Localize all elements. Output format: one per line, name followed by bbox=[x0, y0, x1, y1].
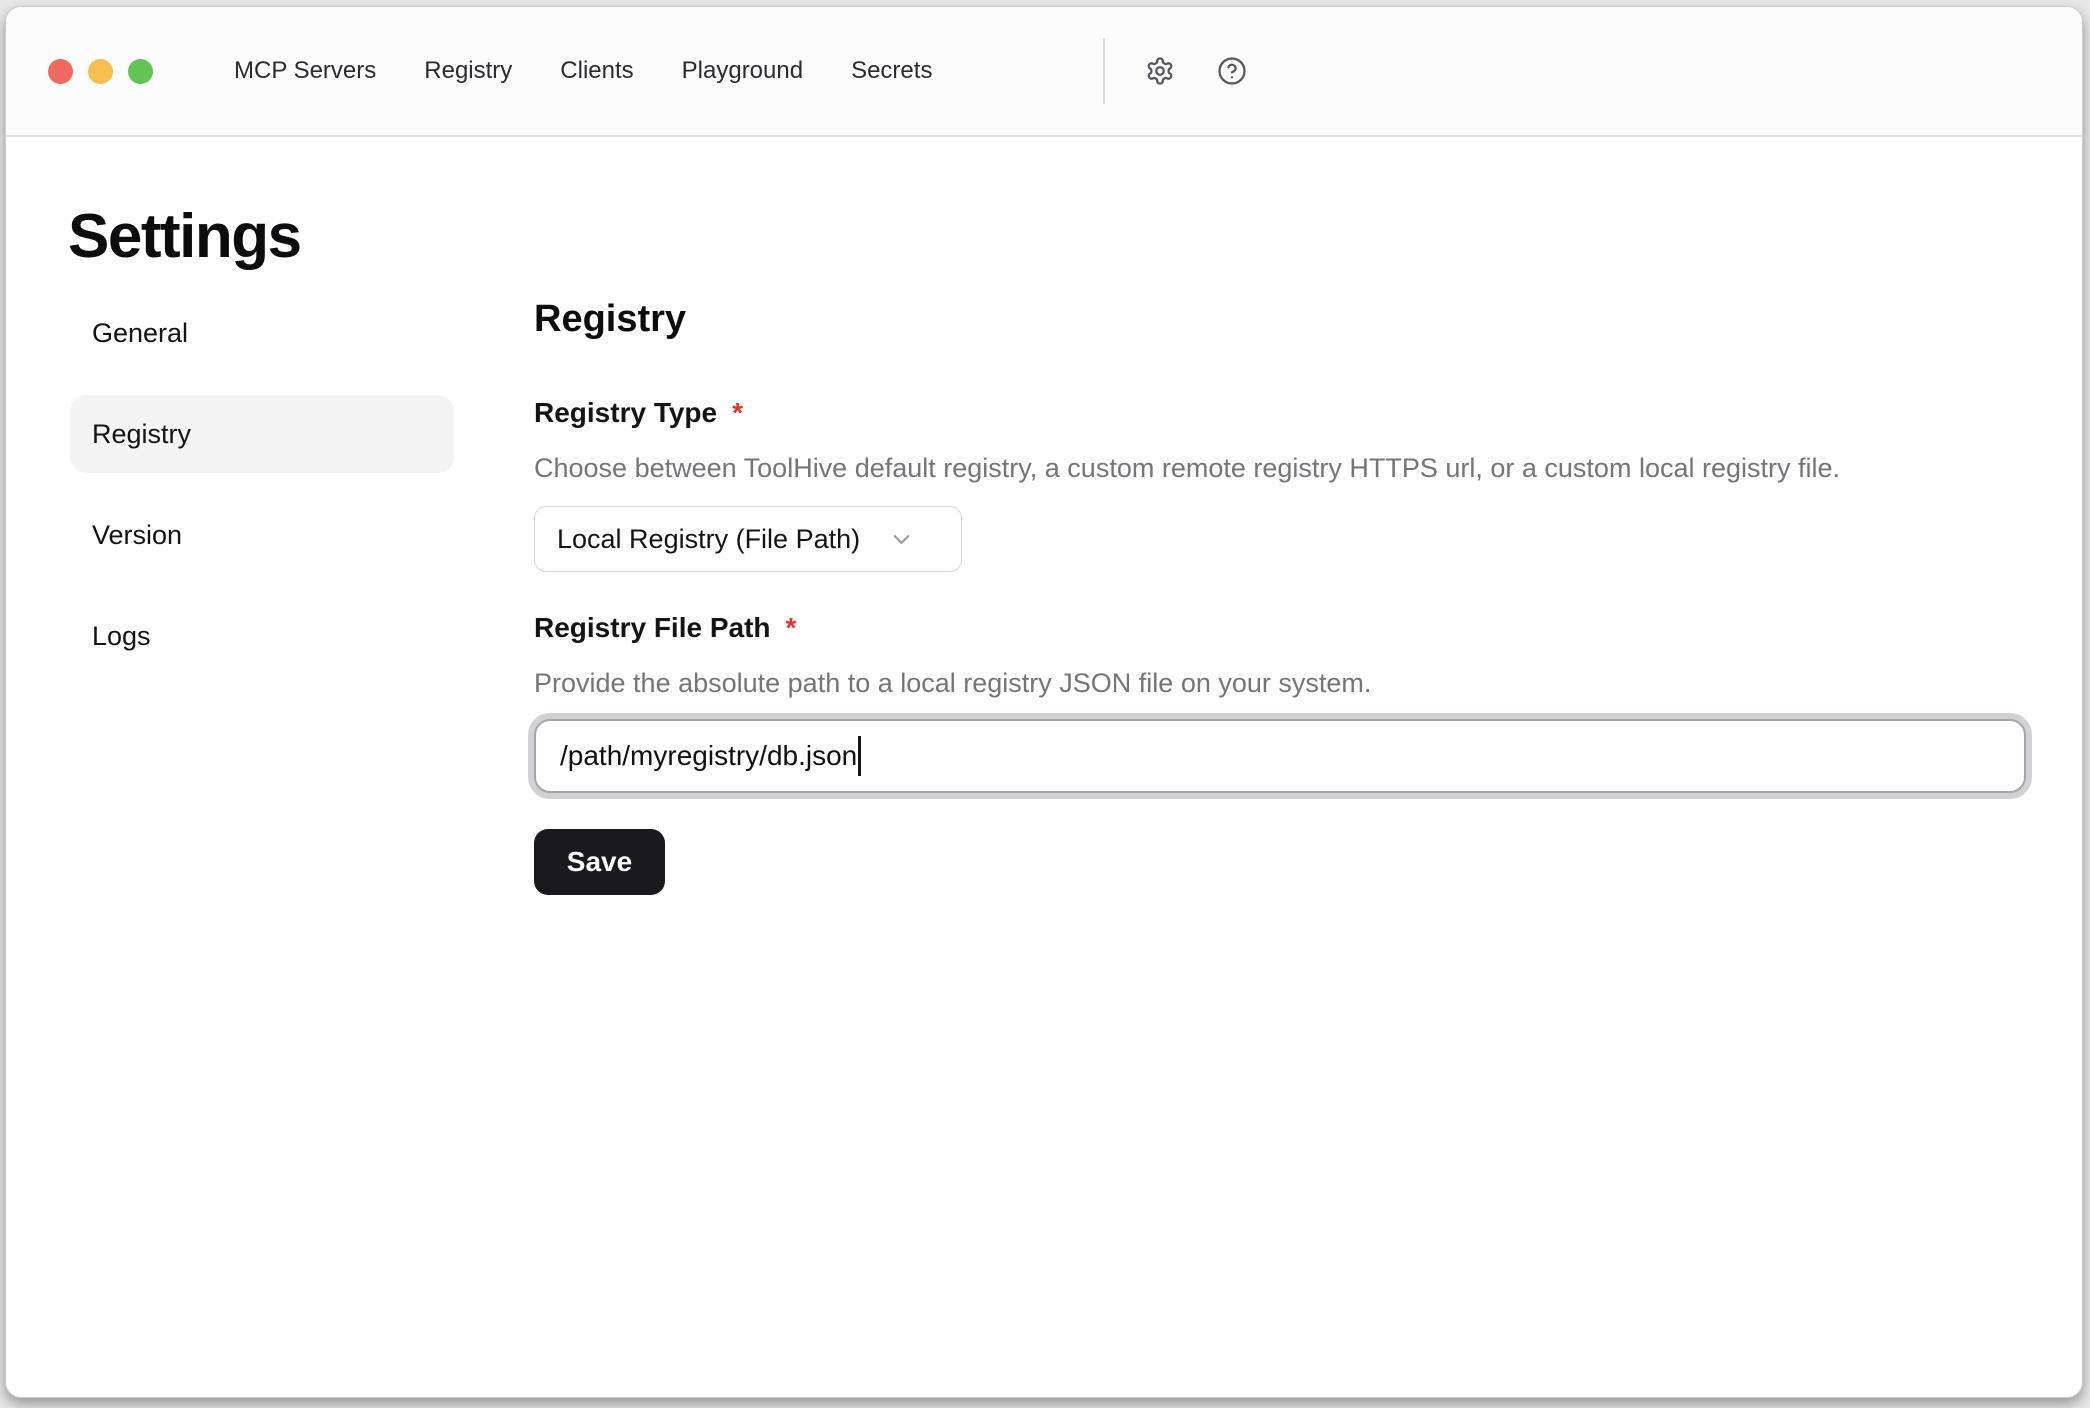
registry-type-label: Registry Type * bbox=[534, 397, 2026, 429]
settings-content: General Registry Version Logs Registry R… bbox=[70, 294, 2026, 895]
required-asterisk: * bbox=[786, 612, 797, 644]
required-asterisk: * bbox=[732, 397, 743, 429]
app-window: MCP Servers Registry Clients Playground … bbox=[5, 6, 2083, 1398]
registry-file-path-value: /path/myregistry/db.json bbox=[560, 740, 857, 772]
registry-file-path-label-text: Registry File Path bbox=[534, 612, 771, 644]
registry-file-path-description: Provide the absolute path to a local reg… bbox=[534, 668, 2026, 699]
help-button[interactable] bbox=[1215, 54, 1249, 88]
registry-type-select[interactable]: Local Registry (File Path) bbox=[534, 506, 962, 572]
main-nav: MCP Servers Registry Clients Playground … bbox=[234, 7, 932, 135]
nav-divider bbox=[1103, 38, 1105, 104]
traffic-lights bbox=[48, 59, 153, 84]
save-button[interactable]: Save bbox=[534, 829, 665, 895]
nav-item-clients[interactable]: Clients bbox=[560, 57, 633, 85]
settings-button[interactable] bbox=[1143, 54, 1177, 88]
registry-type-selected-value: Local Registry (File Path) bbox=[557, 524, 860, 555]
registry-file-path-label: Registry File Path * bbox=[534, 612, 2026, 644]
chevron-down-icon bbox=[888, 526, 915, 553]
section-heading: Registry bbox=[534, 298, 2026, 341]
title-bar-actions bbox=[1103, 7, 1249, 135]
sidebar-item-registry[interactable]: Registry bbox=[70, 395, 454, 473]
nav-item-playground[interactable]: Playground bbox=[682, 57, 803, 85]
nav-item-mcp-servers[interactable]: MCP Servers bbox=[234, 57, 376, 85]
nav-item-registry[interactable]: Registry bbox=[424, 57, 512, 85]
registry-file-path-input[interactable]: /path/myregistry/db.json bbox=[534, 719, 2026, 793]
zoom-window-button[interactable] bbox=[128, 59, 153, 84]
registry-type-label-text: Registry Type bbox=[534, 397, 717, 429]
sidebar-item-logs[interactable]: Logs bbox=[70, 597, 454, 675]
registry-type-description: Choose between ToolHive default registry… bbox=[534, 453, 2026, 484]
sidebar-item-version[interactable]: Version bbox=[70, 496, 454, 574]
nav-item-secrets[interactable]: Secrets bbox=[851, 57, 932, 85]
gear-icon bbox=[1145, 56, 1175, 86]
sidebar-item-general[interactable]: General bbox=[70, 294, 454, 372]
title-bar: MCP Servers Registry Clients Playground … bbox=[6, 7, 2082, 137]
help-icon bbox=[1217, 56, 1247, 86]
settings-sidebar: General Registry Version Logs bbox=[70, 294, 454, 895]
minimize-window-button[interactable] bbox=[88, 59, 113, 84]
page-title: Settings bbox=[68, 201, 301, 272]
registry-settings-panel: Registry Registry Type * Choose between … bbox=[534, 294, 2026, 895]
close-window-button[interactable] bbox=[48, 59, 73, 84]
text-caret bbox=[858, 736, 861, 776]
